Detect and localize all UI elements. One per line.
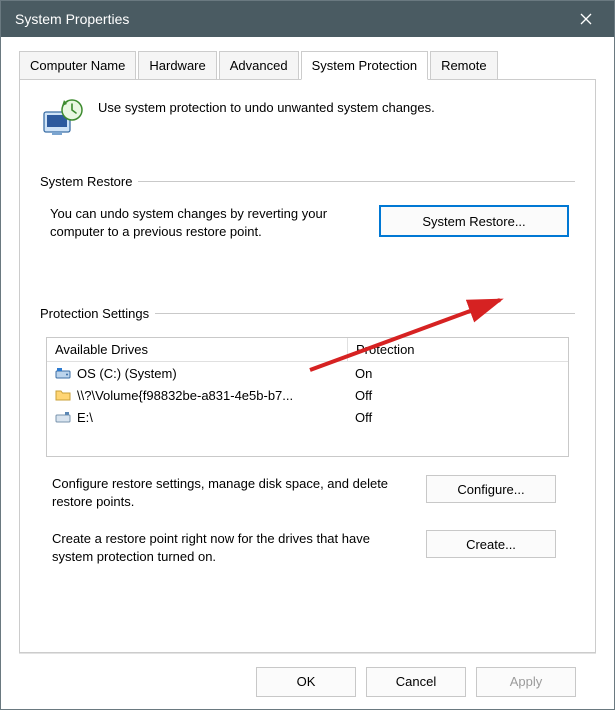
system-properties-window: System Properties Computer Name Hardware… [0, 0, 615, 710]
tab-system-protection[interactable]: System Protection [301, 51, 429, 80]
system-protection-page: Use system protection to undo unwanted s… [19, 79, 596, 653]
create-button[interactable]: Create... [426, 530, 556, 558]
intro-text: Use system protection to undo unwanted s… [98, 98, 435, 115]
tab-row: Computer Name Hardware Advanced System P… [19, 51, 596, 80]
col-protection[interactable]: Protection [347, 338, 568, 361]
system-restore-button[interactable]: System Restore... [379, 205, 569, 237]
configure-description: Configure restore settings, manage disk … [52, 475, 412, 510]
group-caption-restore: System Restore [40, 174, 132, 189]
table-row[interactable]: \\?\Volume{f98832be-a831-4e5b-b7... Off [47, 384, 568, 406]
tab-advanced[interactable]: Advanced [219, 51, 299, 80]
dialog-content: Computer Name Hardware Advanced System P… [1, 37, 614, 709]
drive-protection: Off [347, 388, 568, 403]
drives-table: Available Drives Protection OS (C:) (Sys… [46, 337, 569, 457]
close-icon[interactable] [572, 5, 600, 33]
folder-icon [55, 387, 71, 403]
drive-label: \\?\Volume{f98832be-a831-4e5b-b7... [77, 388, 293, 403]
group-protection-settings: Protection Settings Available Drives Pro… [40, 306, 575, 565]
tab-computer-name[interactable]: Computer Name [19, 51, 136, 80]
separator [155, 313, 575, 314]
system-protection-icon [40, 98, 84, 142]
configure-button[interactable]: Configure... [426, 475, 556, 503]
table-header: Available Drives Protection [47, 338, 568, 362]
apply-button[interactable]: Apply [476, 667, 576, 697]
titlebar: System Properties [1, 1, 614, 37]
table-row[interactable]: E:\ Off [47, 406, 568, 428]
group-caption-protection: Protection Settings [40, 306, 149, 321]
dialog-footer: OK Cancel Apply [19, 653, 596, 709]
drive-protection: Off [347, 410, 568, 425]
drive-label: OS (C:) (System) [77, 366, 177, 381]
restore-description: You can undo system changes by reverting… [50, 205, 365, 240]
cancel-button[interactable]: Cancel [366, 667, 466, 697]
ok-button[interactable]: OK [256, 667, 356, 697]
create-description: Create a restore point right now for the… [52, 530, 412, 565]
tab-remote[interactable]: Remote [430, 51, 498, 80]
removable-drive-icon [55, 409, 71, 425]
tab-hardware[interactable]: Hardware [138, 51, 216, 80]
col-available-drives[interactable]: Available Drives [47, 338, 347, 361]
drive-label: E:\ [77, 410, 93, 425]
table-row[interactable]: OS (C:) (System) On [47, 362, 568, 384]
drive-protection: On [347, 366, 568, 381]
group-system-restore: System Restore You can undo system chang… [40, 174, 575, 240]
separator [138, 181, 575, 182]
local-drive-icon [55, 365, 71, 381]
window-title: System Properties [15, 11, 572, 27]
intro-row: Use system protection to undo unwanted s… [40, 98, 575, 142]
